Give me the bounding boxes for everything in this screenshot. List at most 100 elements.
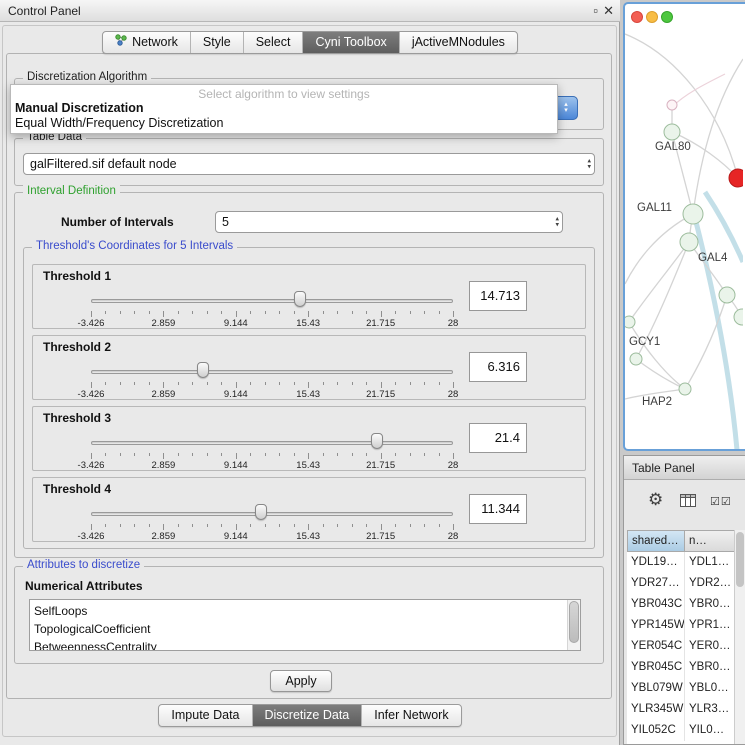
- slider-scale-label: -3.426: [78, 389, 105, 400]
- table-cell: YLR3…: [685, 699, 735, 720]
- zoom-traffic-light-icon[interactable]: [661, 11, 673, 23]
- slider-tick: [250, 382, 251, 385]
- table-cell: YBR0…: [685, 594, 735, 615]
- column-header-1[interactable]: shared…: [627, 530, 685, 552]
- tab-select[interactable]: Select: [243, 32, 303, 53]
- table-scrollbar[interactable]: [734, 530, 745, 744]
- slider-tick: [91, 453, 92, 459]
- slider-tick: [265, 311, 266, 314]
- tab-impute-data[interactable]: Impute Data: [159, 705, 251, 726]
- tab-infer-network[interactable]: Infer Network: [361, 705, 460, 726]
- slider-scale-label: 21.715: [366, 389, 395, 400]
- threshold-panel-2: Threshold 2-3.4262.8599.14415.4321.71528…: [32, 335, 586, 400]
- table-row[interactable]: YDR27…YDR2…: [627, 573, 735, 594]
- threshold-value-field[interactable]: 14.713: [469, 281, 527, 311]
- close-traffic-light-icon[interactable]: [631, 11, 643, 23]
- tab-jactivemnodules[interactable]: jActiveMNodules: [399, 32, 517, 53]
- slider-tick: [163, 453, 164, 459]
- table-cell: YBR0…: [685, 657, 735, 678]
- table-data-group: Table Data galFiltered.sif default node …: [14, 138, 604, 186]
- apply-button[interactable]: Apply: [270, 670, 332, 692]
- tab-discretize-data[interactable]: Discretize Data: [252, 705, 362, 726]
- table-row[interactable]: YPR145WYPR1…: [627, 615, 735, 636]
- network-node[interactable]: [719, 287, 735, 303]
- slider-tick: [120, 453, 121, 456]
- network-node[interactable]: [630, 353, 642, 365]
- tab-style[interactable]: Style: [190, 32, 243, 53]
- network-node[interactable]: [625, 316, 635, 328]
- network-node[interactable]: [680, 233, 698, 251]
- slider-scale-label: -3.426: [78, 318, 105, 329]
- threshold-slider[interactable]: -3.4262.8599.14415.4321.71528: [91, 358, 453, 400]
- gear-icon[interactable]: ⚙: [648, 490, 663, 510]
- slider-track[interactable]: [91, 299, 453, 303]
- table-row[interactable]: YBR045CYBR0…: [627, 657, 735, 678]
- slider-scale-label: 2.859: [152, 460, 176, 471]
- slider-tick: [134, 311, 135, 314]
- table-row[interactable]: YLR345WYLR3…: [627, 699, 735, 720]
- threshold-value-field[interactable]: 21.4: [469, 423, 527, 453]
- slider-thumb[interactable]: [371, 433, 383, 449]
- network-node[interactable]: [683, 204, 703, 224]
- network-view-window: GAL80GAL11GAL4GCY1HAP2: [623, 2, 745, 451]
- close-icon[interactable]: ✕: [603, 0, 614, 22]
- slider-track[interactable]: [91, 370, 453, 374]
- network-node[interactable]: [679, 383, 691, 395]
- slider-tick: [308, 524, 309, 530]
- slider-tick: [395, 311, 396, 314]
- column-header-2[interactable]: n…: [685, 530, 735, 552]
- slider-tick: [439, 453, 440, 456]
- slider-tick: [149, 311, 150, 314]
- minimize-traffic-light-icon[interactable]: [646, 11, 658, 23]
- slider-track[interactable]: [91, 512, 453, 516]
- numerical-attributes-list[interactable]: SelfLoopsTopologicalCoefficientBetweenne…: [29, 599, 581, 651]
- table-row[interactable]: YBR043CYBR0…: [627, 594, 735, 615]
- list-scrollbar-thumb[interactable]: [569, 601, 579, 643]
- network-node[interactable]: [664, 124, 680, 140]
- threshold-value-field[interactable]: 11.344: [469, 494, 527, 524]
- tab-network[interactable]: Network: [103, 32, 190, 53]
- tab-cyni-toolbox[interactable]: Cyni Toolbox: [302, 32, 398, 53]
- number-of-intervals-combobox[interactable]: 5 ▴▾: [215, 211, 563, 233]
- slider-tick: [337, 524, 338, 527]
- slider-scale-label: 9.144: [224, 531, 248, 542]
- threshold-slider[interactable]: -3.4262.8599.14415.4321.71528: [91, 500, 453, 542]
- top-tab-bar: NetworkStyleSelect Cyni Toolbox jActiveMNo…: [102, 31, 518, 54]
- tab-label: Infer Network: [374, 705, 448, 726]
- table-panel-toolbar: ⚙ ☑☑: [624, 480, 745, 524]
- slider-scale-label: 2.859: [152, 531, 176, 542]
- list-scrollbar[interactable]: [567, 600, 580, 650]
- minimize-icon[interactable]: ▫: [593, 0, 598, 22]
- network-canvas[interactable]: [625, 4, 743, 449]
- list-item-topologicalcoefficient[interactable]: TopologicalCoefficient: [30, 620, 580, 638]
- list-item-betweennesscentrality[interactable]: BetweennessCentrality: [30, 638, 580, 651]
- select-columns-icon[interactable]: ☑☑: [710, 495, 732, 508]
- tab-label: jActiveMNodules: [412, 32, 505, 53]
- table-data-combobox[interactable]: galFiltered.sif default node ▴▾: [23, 153, 595, 175]
- tab-label: Cyni Toolbox: [315, 32, 386, 53]
- table-cell: YPR1…: [685, 615, 735, 636]
- table-row[interactable]: YDL19…YDL1…: [627, 552, 735, 573]
- table-scrollbar-thumb[interactable]: [736, 532, 744, 587]
- table-row[interactable]: YER054CYER0…: [627, 636, 735, 657]
- interval-definition-title: Interval Definition: [23, 185, 120, 197]
- threshold-slider[interactable]: -3.4262.8599.14415.4321.71528: [91, 287, 453, 329]
- table-row[interactable]: YIL052CYIL0…: [627, 720, 735, 741]
- slider-tick: [134, 382, 135, 385]
- slider-thumb[interactable]: [294, 291, 306, 307]
- network-node-highlighted[interactable]: [729, 169, 743, 187]
- threshold-slider[interactable]: -3.4262.8599.14415.4321.71528: [91, 429, 453, 471]
- slider-tick: [192, 382, 193, 385]
- dropdown-option-equal-width-frequency[interactable]: Equal Width/Frequency Discretization: [11, 116, 557, 131]
- network-node[interactable]: [734, 309, 743, 325]
- network-node[interactable]: [667, 100, 677, 110]
- columns-icon[interactable]: [680, 494, 696, 512]
- slider-thumb[interactable]: [197, 362, 209, 378]
- table-row[interactable]: YBL079WYBL0…: [627, 678, 735, 699]
- list-item-selfloops[interactable]: SelfLoops: [30, 602, 580, 620]
- dropdown-option-manual-discretization[interactable]: Manual Discretization: [11, 101, 557, 116]
- slider-track[interactable]: [91, 441, 453, 445]
- threshold-value-field[interactable]: 6.316: [469, 352, 527, 382]
- slider-scale-label: 15.43: [296, 389, 320, 400]
- slider-thumb[interactable]: [255, 504, 267, 520]
